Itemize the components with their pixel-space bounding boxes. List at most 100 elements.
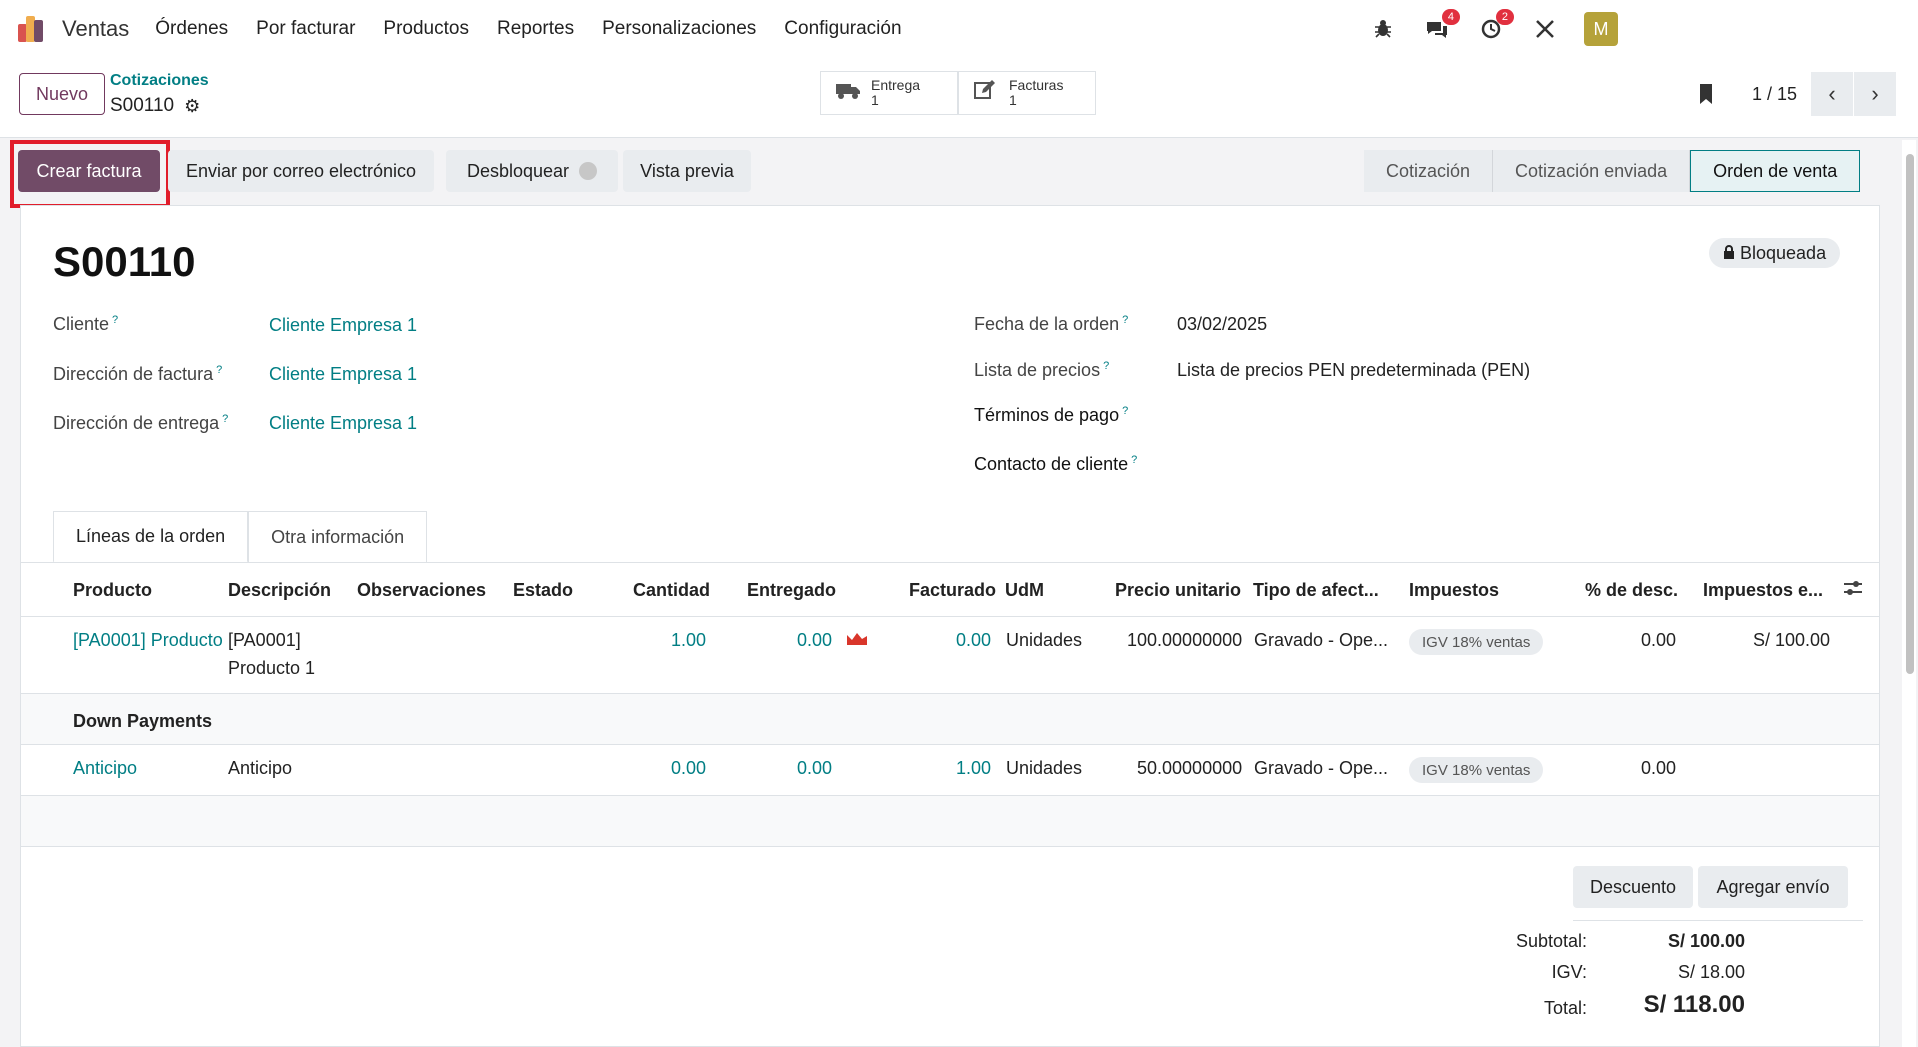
row-quantity[interactable]: 0.00 <box>671 758 706 779</box>
row-invoiced[interactable]: 1.00 <box>956 758 991 779</box>
messages-chat-icon[interactable]: 4 <box>1420 9 1460 46</box>
section-row[interactable] <box>21 694 1879 744</box>
menu-ordenes[interactable]: Órdenes <box>155 18 228 40</box>
sales-app-icon[interactable] <box>18 14 48 44</box>
client-field[interactable]: Cliente Empresa 1 <box>269 315 417 336</box>
row-product[interactable]: [PA0001] Producto 1 <box>73 630 223 651</box>
order-date-label: Fecha de la orden? <box>974 314 1129 334</box>
scrollbar-thumb[interactable] <box>1906 154 1914 674</box>
row-divider <box>21 846 1879 847</box>
app-name[interactable]: Ventas <box>62 16 129 42</box>
total-label: Total: <box>1543 998 1587 1018</box>
row-quantity[interactable]: 1.00 <box>671 630 706 651</box>
col-affect-type[interactable]: Tipo de afect... <box>1253 580 1379 601</box>
discount-button[interactable]: Descuento <box>1573 866 1693 908</box>
col-observations[interactable]: Observaciones <box>357 580 486 601</box>
activities-clock-icon[interactable]: 2 <box>1474 9 1514 46</box>
new-button[interactable]: Nuevo <box>19 73 105 115</box>
stage-quotation-sent[interactable]: Cotización enviada <box>1493 150 1691 192</box>
breadcrumb-cotizaciones[interactable]: Cotizaciones <box>110 72 209 90</box>
add-shipping-button[interactable]: Agregar envío <box>1698 866 1848 908</box>
menu-configuracion[interactable]: Configuración <box>784 18 901 40</box>
unlock-label: Desbloquear <box>466 160 570 181</box>
client-label: Cliente? <box>53 314 119 334</box>
pricelist-field[interactable]: Lista de precios PEN predeterminada (PEN… <box>1177 360 1530 381</box>
control-panel: Nuevo Cotizaciones S00110 ⚙ Entrega 1 Fac… <box>0 58 1918 138</box>
chevron-right-icon: › <box>1871 81 1879 106</box>
locked-badge: Bloqueada <box>1709 238 1841 268</box>
form-sheet: S00110 Bloqueada Cliente? Cliente Empres… <box>20 205 1880 1047</box>
notebook-tabs: Líneas de la orden Otra información <box>53 511 428 563</box>
messages-badge: 4 <box>1441 9 1460 25</box>
tools-icon[interactable] <box>1528 12 1562 46</box>
delivery-count: 1 <box>871 92 879 108</box>
col-description[interactable]: Descripción <box>228 580 331 601</box>
delivery-address-field[interactable]: Cliente Empresa 1 <box>269 413 417 434</box>
order-date-field[interactable]: 03/02/2025 <box>1177 314 1267 335</box>
forecast-chart-icon[interactable] <box>846 630 868 651</box>
row-unit-price: 100.00000000 <box>1127 630 1243 650</box>
delivery-label: Entrega <box>871 77 921 93</box>
tab-other-info[interactable]: Otra información <box>248 511 428 563</box>
scrollbar[interactable] <box>1902 140 1916 1047</box>
menu-por-facturar[interactable]: Por facturar <box>256 18 355 40</box>
customer-contact-label: Contacto de cliente? <box>974 454 1138 474</box>
col-taxes[interactable]: Impuestos <box>1409 580 1499 601</box>
truck-icon <box>835 80 865 106</box>
row-invoiced[interactable]: 0.00 <box>956 630 991 651</box>
bookmark-icon[interactable] <box>1697 82 1715 112</box>
row-description-line1: [PA0001] <box>228 630 301 650</box>
stage-quotation[interactable]: Cotización <box>1364 150 1494 192</box>
preview-button[interactable]: Vista previa <box>623 150 751 192</box>
chevron-left-icon: ‹ <box>1828 81 1836 106</box>
row-divider <box>21 744 1879 745</box>
menu-productos[interactable]: Productos <box>383 18 469 40</box>
activities-badge: 2 <box>1495 9 1514 25</box>
customer-contact-field[interactable] <box>1177 454 1777 478</box>
tab-order-lines[interactable]: Líneas de la orden <box>53 511 249 563</box>
user-icon <box>579 162 598 180</box>
menu-personalizaciones[interactable]: Personalizaciones <box>602 18 756 40</box>
pager-previous-button[interactable]: ‹ <box>1811 72 1853 116</box>
delivery-smart-button[interactable]: Entrega 1 <box>820 71 958 115</box>
col-taxes-included[interactable]: Impuestos e... <box>1703 580 1823 601</box>
unlock-button[interactable]: Desbloquear <box>446 150 618 192</box>
invoices-smart-button[interactable]: Facturas 1 <box>958 71 1096 115</box>
col-uom[interactable]: UdM <box>1005 580 1044 601</box>
status-bar: Cotización Cotización enviada Orden de v… <box>1364 150 1861 192</box>
col-delivered[interactable]: Entregado <box>747 580 836 601</box>
column-settings-icon[interactable] <box>1843 580 1863 601</box>
debug-bug-icon[interactable] <box>1366 12 1400 46</box>
subtotal-label: Subtotal: <box>1515 931 1587 951</box>
invoice-address-field[interactable]: Cliente Empresa 1 <box>269 364 417 385</box>
col-quantity[interactable]: Cantidad <box>633 580 710 601</box>
col-invoiced[interactable]: Facturado <box>909 580 996 601</box>
delivery-address-label: Dirección de entrega? <box>53 413 229 433</box>
lock-icon <box>1723 243 1735 264</box>
payment-terms-field[interactable] <box>1177 405 1777 429</box>
row-tax-tag: IGV 18% ventas <box>1409 757 1544 783</box>
pager-value[interactable]: 1 / 15 <box>1752 84 1797 105</box>
menu-reportes[interactable]: Reportes <box>497 18 574 40</box>
user-avatar[interactable]: M <box>1584 12 1618 46</box>
stage-sales-order[interactable]: Orden de venta <box>1690 150 1861 192</box>
row-uom: Unidades <box>1006 758 1083 778</box>
col-status[interactable]: Estado <box>513 580 573 601</box>
send-email-button[interactable]: Enviar por correo electrónico <box>168 150 434 192</box>
col-unit-price[interactable]: Precio unitario <box>1115 580 1241 601</box>
row-product[interactable]: Anticipo <box>73 758 137 779</box>
order-lines-header: Producto Descripción Observaciones Estad… <box>21 563 1879 617</box>
col-product[interactable]: Producto <box>73 580 152 601</box>
col-discount[interactable]: % de desc. <box>1585 580 1678 601</box>
empty-row <box>21 796 1879 846</box>
pager-next-button[interactable]: › <box>1854 72 1896 116</box>
row-delivered[interactable]: 0.00 <box>797 630 832 651</box>
order-title: S00110 <box>53 238 196 285</box>
create-invoice-button[interactable]: Crear factura <box>18 150 160 192</box>
gear-icon[interactable]: ⚙ <box>184 96 200 117</box>
row-discount: 0.00 <box>1641 630 1677 650</box>
igv-label: IGV: <box>1551 962 1587 982</box>
record-name-text: S00110 <box>110 95 175 116</box>
row-delivered[interactable]: 0.00 <box>797 758 832 779</box>
top-navbar: Ventas Órdenes Por facturar Productos Re… <box>0 0 1918 58</box>
